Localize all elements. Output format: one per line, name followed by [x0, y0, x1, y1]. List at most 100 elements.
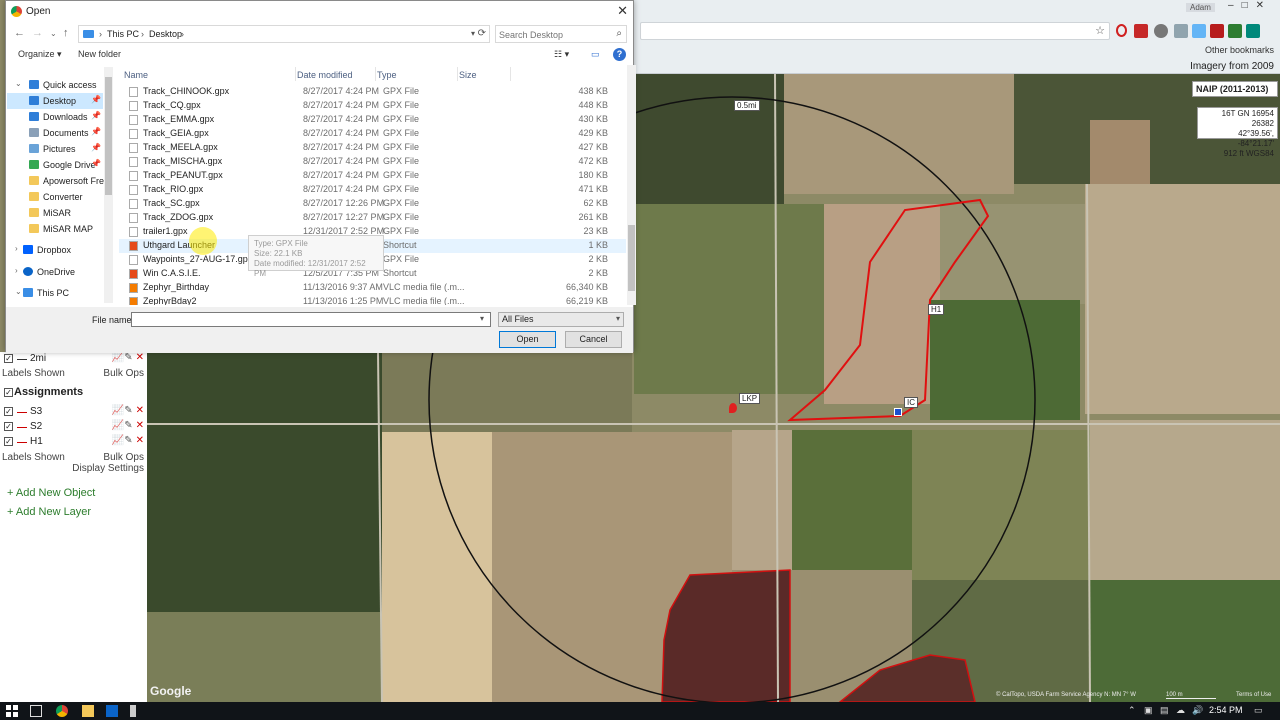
- volume-icon[interactable]: 🔊: [1192, 705, 1203, 716]
- nav-documents[interactable]: Documents 📌: [7, 125, 103, 141]
- nav-this-pc[interactable]: ⌄ This PC: [7, 285, 103, 301]
- extension-doc-icon[interactable]: [1192, 24, 1206, 38]
- nav-dropbox[interactable]: › Dropbox: [7, 242, 103, 258]
- file-row[interactable]: ZephyrBday2 11/13/2016 1:25 PM VLC media f…: [119, 295, 626, 305]
- file-name-input[interactable]: [131, 312, 491, 327]
- bulk-ops-link[interactable]: Bulk Ops: [103, 452, 144, 463]
- nav-onedrive[interactable]: › OneDrive: [7, 264, 103, 280]
- lkp-marker-label[interactable]: LKP: [739, 393, 761, 404]
- start-icon[interactable]: [6, 705, 18, 717]
- checkbox[interactable]: ✓: [4, 354, 13, 363]
- nav-apowersoft[interactable]: Apowersoft Free: [7, 173, 109, 189]
- user-chip[interactable]: Adam: [1186, 3, 1215, 12]
- extension-green-icon[interactable]: [1228, 24, 1242, 38]
- ic-marker-label[interactable]: IC: [904, 397, 918, 408]
- assignment-row-h1[interactable]: ✓ H1 📈✎ ✕: [0, 435, 147, 450]
- assignment-row-s3[interactable]: ✓ S3 📈✎ ✕: [0, 405, 147, 420]
- search-box[interactable]: ⌕: [495, 25, 627, 43]
- close-icon[interactable]: ✕: [617, 3, 628, 19]
- nav-misar-map[interactable]: MiSAR MAP: [7, 221, 103, 237]
- nav-converter[interactable]: Converter: [7, 189, 103, 205]
- file-list-scrollbar[interactable]: [627, 65, 636, 305]
- help-icon[interactable]: ?: [613, 48, 626, 61]
- nav-downloads[interactable]: Downloads 📌: [7, 109, 103, 125]
- file-row[interactable]: Track_SC.gpx 8/27/2017 12:26 PM GPX File 62…: [119, 197, 626, 211]
- column-header-name[interactable]: Name: [124, 70, 148, 80]
- address-breadcrumb[interactable]: › This PC › Desktop › ▾ ⟳: [78, 25, 490, 43]
- clock[interactable]: 2:54 PM: [1209, 705, 1243, 715]
- file-row[interactable]: Track_RIO.gpx 8/27/2017 4:24 PM GPX File 47…: [119, 183, 626, 197]
- file-row[interactable]: Track_MEELA.gpx 8/27/2017 4:24 PM GPX File…: [119, 141, 626, 155]
- navigation-scrollbar[interactable]: [104, 67, 113, 303]
- tray-chevron-icon[interactable]: ⌃: [1128, 705, 1136, 716]
- app-icon[interactable]: [130, 705, 136, 717]
- row-tools[interactable]: 📈✎ ✕: [112, 420, 144, 431]
- search-input[interactable]: [499, 28, 609, 41]
- opera-extension-icon[interactable]: [1116, 24, 1127, 37]
- add-new-layer-link[interactable]: + Add New Layer: [7, 506, 91, 518]
- add-new-object-link[interactable]: + Add New Object: [7, 487, 95, 499]
- tray-app-icon[interactable]: ▣: [1144, 705, 1153, 716]
- assignment-label-h1[interactable]: H1: [928, 304, 945, 315]
- file-name-dropdown-icon[interactable]: ▾: [480, 314, 484, 323]
- forward-arrow-icon[interactable]: →: [32, 27, 43, 39]
- search-icon[interactable]: ⌕: [616, 28, 622, 39]
- extension-red-icon[interactable]: [1134, 24, 1148, 38]
- cloud-icon[interactable]: ☁: [1176, 705, 1185, 716]
- scroll-thumb[interactable]: [105, 77, 112, 195]
- file-explorer-icon[interactable]: [82, 705, 94, 717]
- other-bookmarks[interactable]: Other bookmarks: [1205, 45, 1274, 55]
- up-arrow-icon[interactable]: ↑: [63, 27, 69, 39]
- extension-gear-icon[interactable]: [1154, 24, 1168, 38]
- nav-desktop[interactable]: Desktop 📌: [7, 93, 103, 109]
- terms-link[interactable]: Terms of Use: [1236, 692, 1271, 698]
- checkbox[interactable]: ✓: [4, 437, 13, 446]
- dialog-title-bar[interactable]: Open ✕: [6, 1, 633, 23]
- assignment-row-s2[interactable]: ✓ S2 📈✎ ✕: [0, 420, 147, 435]
- bulk-ops-link[interactable]: Bulk Ops: [103, 368, 144, 379]
- back-arrow-icon[interactable]: ←: [14, 27, 25, 39]
- checkbox[interactable]: ✓: [4, 407, 13, 416]
- file-row[interactable]: Track_GEIA.gpx 8/27/2017 4:24 PM GPX File 4…: [119, 127, 626, 141]
- outlook-icon[interactable]: [106, 705, 118, 717]
- new-folder-button[interactable]: New folder: [78, 49, 121, 59]
- address-bar[interactable]: ☆: [640, 22, 1110, 40]
- nav-quick-access[interactable]: ⌄ Quick access: [7, 77, 103, 93]
- checkbox[interactable]: ✓: [4, 422, 13, 431]
- address-dropdown-icon[interactable]: ▾: [471, 29, 475, 38]
- file-row[interactable]: Zephyr_Birthday 11/13/2016 9:37 AM VLC med…: [119, 281, 626, 295]
- open-button[interactable]: Open: [499, 331, 556, 348]
- preview-pane-icon[interactable]: ▭: [591, 49, 600, 60]
- task-view-icon[interactable]: [30, 705, 42, 717]
- column-header-date[interactable]: Date modified: [297, 70, 353, 80]
- refresh-icon[interactable]: ⟳: [478, 28, 486, 39]
- nav-misar[interactable]: MiSAR: [7, 205, 103, 221]
- expand-chevron-icon[interactable]: ⌄: [15, 79, 22, 88]
- extension-teal-icon[interactable]: [1246, 24, 1260, 38]
- labels-shown-toggle[interactable]: Labels Shown: [2, 368, 65, 379]
- expand-chevron-icon[interactable]: ⌄: [15, 287, 22, 296]
- layer-row-2mi[interactable]: ✓ 2mi 📈✎ ✕: [0, 352, 147, 367]
- row-tools[interactable]: 📈✎ ✕: [112, 435, 144, 446]
- nav-google-drive[interactable]: Google Drive 📌: [7, 157, 103, 173]
- breadcrumb-desktop[interactable]: Desktop: [149, 29, 182, 39]
- chrome-taskbar-icon[interactable]: [56, 705, 68, 717]
- organize-menu[interactable]: Organize ▾: [18, 49, 62, 60]
- network-icon[interactable]: ▤: [1160, 705, 1169, 716]
- nav-pictures[interactable]: Pictures 📌: [7, 141, 103, 157]
- row-tools[interactable]: 📈✎ ✕: [112, 352, 144, 363]
- lkp-marker-icon[interactable]: [729, 403, 737, 413]
- expand-chevron-icon[interactable]: ›: [15, 266, 18, 275]
- close-window-icon[interactable]: ✕: [1256, 0, 1272, 11]
- file-row[interactable]: Track_CHINOOK.gpx 8/27/2017 4:24 PM GPX Fi…: [119, 85, 626, 99]
- file-type-select[interactable]: All Files ▾: [498, 312, 624, 327]
- extension-shield-icon[interactable]: [1174, 24, 1188, 38]
- extension-pdf-icon[interactable]: [1210, 24, 1224, 38]
- maximize-icon[interactable]: □: [1242, 0, 1256, 11]
- view-options-icon[interactable]: ☷ ▾: [554, 49, 569, 60]
- file-row[interactable]: Track_MISCHA.gpx 8/27/2017 4:24 PM GPX Fil…: [119, 155, 626, 169]
- scroll-thumb[interactable]: [628, 225, 635, 291]
- file-row[interactable]: Track_EMMA.gpx 8/27/2017 4:24 PM GPX File 4…: [119, 113, 626, 127]
- recent-locations-chevron-icon[interactable]: ⌄: [50, 29, 57, 38]
- column-header-size[interactable]: Size: [459, 70, 477, 80]
